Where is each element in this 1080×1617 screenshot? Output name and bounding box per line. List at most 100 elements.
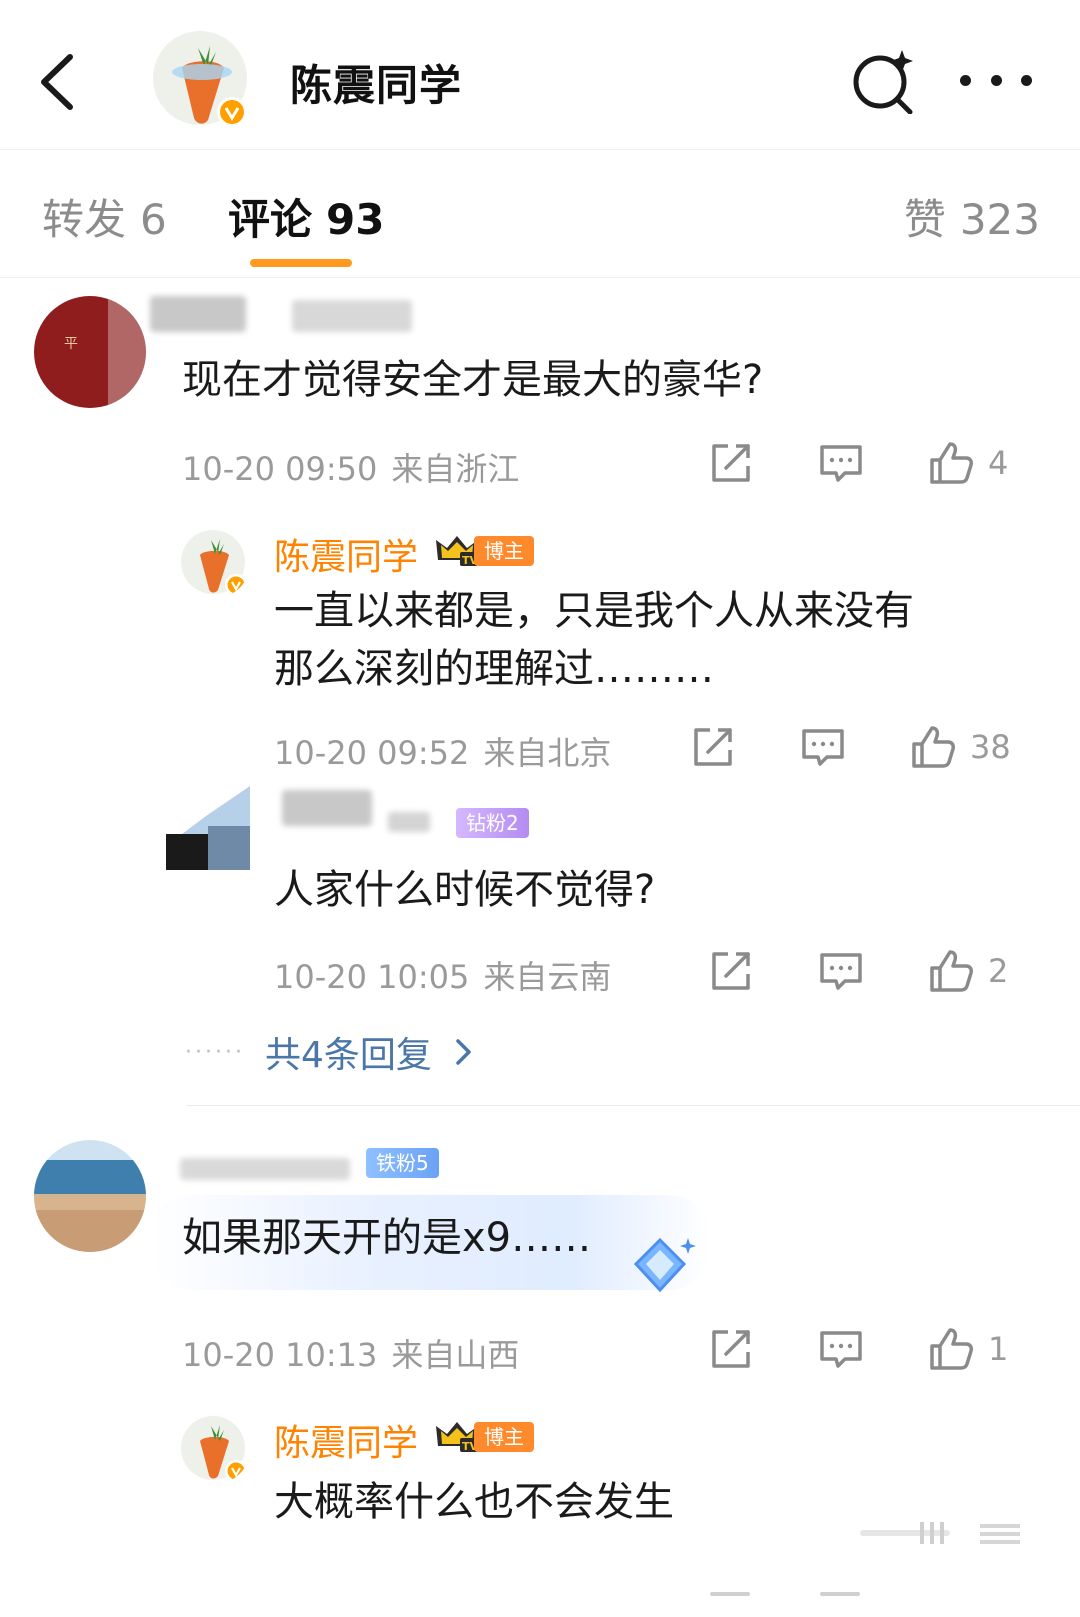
blogger-reply-avatar[interactable] [180,528,250,598]
like-count: 1 [988,1330,1009,1368]
reply-icon[interactable] [818,948,864,994]
reply-location: 来自云南 [483,958,612,996]
comment-actions: 4 [708,440,1028,486]
reply-text: 一直以来都是，只是我个人从来没有 那么深刻的理解过……… [274,582,914,698]
comment-time: 10-20 10:13 [182,1336,378,1374]
comment-text: 现在才觉得安全才是最大的豪华? [182,357,764,403]
reply-icon[interactable] [818,440,864,486]
clipped-share-icon [710,1592,750,1596]
tab-label: 赞 [903,195,946,244]
tab-label: 评论 [228,195,313,244]
carrot-avatar-image [181,1416,247,1482]
like-count: 2 [988,952,1009,990]
tab-count: 6 [140,195,167,244]
commenter-avatar[interactable] [34,1140,146,1252]
fan-badge: 铁粉5 [366,1148,439,1178]
diamond-sticker-icon [633,1237,696,1293]
tab-likes[interactable]: 赞 323 [904,186,1040,247]
photo-avatar-image [166,786,250,870]
blogger-label: 博主 [474,1422,534,1452]
clipped-action-row [690,1592,1030,1617]
like-button[interactable]: 1 [928,1326,1028,1372]
page-title: 陈震同学 [290,61,463,110]
more-dots-icon [960,74,971,86]
blurred-username [292,300,412,332]
view-all-replies-link[interactable]: ······ 共4条回复 [185,1026,474,1078]
reply-author-name[interactable]: 陈震同学 [274,528,418,580]
like-button[interactable]: 4 [928,440,1028,486]
reply-icon[interactable] [818,1326,864,1372]
clipped-reply-icon [820,1592,860,1596]
dotted-leader: ······ [185,1039,245,1065]
search-sparkle-icon [853,50,913,115]
reply-time: 10-20 10:05 [274,958,470,996]
reply-text-line: 那么深刻的理解过……… [274,646,714,692]
tab-label: 转发 [42,195,127,244]
comment-time: 10-20 09:50 [182,450,378,488]
search-button[interactable] [850,48,916,115]
svg-text:平: 平 [64,336,78,352]
reply-text-line: 一直以来都是，只是我个人从来没有 [274,588,914,634]
active-tab-indicator [250,259,352,267]
reply-actions: 38 [690,724,1011,770]
blurred-username [282,790,372,826]
reply-meta: 10-20 09:52 来自北京 [274,728,611,774]
share-icon[interactable] [708,948,754,994]
comment-text: 如果那天开的是x9…… [182,1215,592,1261]
reply-icon[interactable] [800,724,846,770]
tab-count: 93 [326,195,385,244]
share-icon[interactable] [708,1326,754,1372]
fan-badge: 钻粉2 [456,808,529,838]
replies-count-label: 共4条回复 [264,1035,432,1076]
blogger-badge: TV 博主 [434,534,534,568]
more-dot [1021,74,1032,86]
reply-location: 来自北京 [483,734,612,772]
reply-text: 大概率什么也不会发生 [274,1479,674,1525]
like-button[interactable]: 38 [910,724,1011,770]
thumbs-up-icon [912,726,955,768]
blogger-reply-avatar[interactable] [180,1414,250,1484]
blogger-label: 博主 [474,536,534,566]
reply-meta: 10-20 10:05 来自云南 [274,952,611,998]
post-tabs: 转发 6 评论 93 赞 323 [0,150,1080,278]
commenter-avatar[interactable]: 平 [34,296,146,408]
share-icon[interactable] [690,724,736,770]
tab-count: 323 [959,195,1040,244]
watermark-glyph-icon [860,1522,1020,1544]
comment-meta: 10-20 09:50 来自浙江 [182,444,519,490]
blurred-username [150,296,246,332]
thumbs-up-icon [930,950,973,992]
blurred-username [180,1158,350,1180]
reply-avatar[interactable] [166,786,250,870]
blurred-username [388,812,430,832]
blogger-avatar[interactable] [152,28,256,132]
reply-time: 10-20 09:52 [274,734,470,772]
comment-meta: 10-20 10:13 来自山西 [182,1330,519,1376]
chevron-right-icon [456,1039,471,1065]
reply-text: 人家什么时候不觉得? [274,867,656,913]
red-avatar-image: 平 [34,296,146,408]
comment-divider [186,1105,1080,1106]
more-options-button[interactable] [960,62,1032,98]
tab-comments[interactable]: 评论 93 [228,186,384,247]
thumbs-up-icon [930,442,973,484]
top-bar: 陈震同学 [0,0,1080,150]
landscape-avatar-image [34,1140,146,1252]
reply-author-name[interactable]: 陈震同学 [274,1414,418,1466]
like-count: 38 [970,728,1011,766]
carrot-avatar-image [153,31,247,127]
chevron-left-icon [41,54,73,110]
share-icon[interactable] [708,440,754,486]
thumbs-up-icon [930,1328,973,1370]
more-dot [990,74,1002,86]
comment-actions: 1 [708,1326,1028,1372]
tab-reposts[interactable]: 转发 6 [42,186,167,247]
comment-location: 来自山西 [391,1336,520,1374]
like-button[interactable]: 2 [928,948,1028,994]
back-button[interactable] [38,50,82,114]
reply-actions: 2 [708,948,1028,994]
blogger-badge: TV 博主 [434,1420,534,1454]
like-count: 4 [988,444,1009,482]
carrot-avatar-image [181,530,247,596]
comment-location: 来自浙江 [391,450,520,488]
